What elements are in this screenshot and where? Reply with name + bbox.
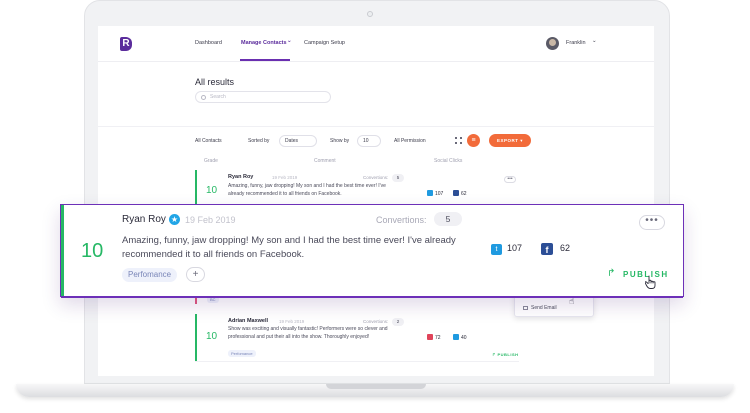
- row-grade: 10: [206, 331, 218, 342]
- row-date: 19 Feb 2019: [272, 175, 298, 180]
- youtube-icon: [427, 334, 433, 340]
- active-tab-indicator: [240, 59, 290, 61]
- show-by-select[interactable]: 10: [357, 135, 381, 147]
- card-more-button[interactable]: •••: [639, 215, 665, 230]
- share-icon: [453, 334, 459, 340]
- search-placeholder: Search: [210, 94, 226, 100]
- row-name[interactable]: Adrian Maxwell: [228, 318, 268, 324]
- table-row[interactable]: 10 Ryan Roy 19 Feb 2019 Convertions: 5 A…: [195, 170, 519, 208]
- sorted-by-label: Sorted by: [248, 138, 270, 144]
- section-divider: [98, 126, 654, 127]
- card-conversions-value: 5: [434, 212, 462, 226]
- export-label: EXPORT: [496, 138, 519, 143]
- mail-icon: [523, 306, 528, 310]
- laptop-notch: [326, 384, 426, 389]
- row-stat-b: 40: [453, 334, 467, 341]
- row-publish-button[interactable]: ↱ PUBLISH: [492, 352, 519, 357]
- search-input[interactable]: Search: [195, 91, 331, 103]
- table-row[interactable]: 10 Adrian Maxwell 19 Feb 2019 Convertion…: [195, 314, 519, 362]
- grade-bar: [195, 170, 197, 207]
- row-stat-a-value: 72: [435, 335, 441, 341]
- row-facebook-stat: 62: [453, 190, 467, 197]
- card-date: 19 Feb 2019: [185, 215, 236, 225]
- nav-dashboard[interactable]: Dashboard: [195, 40, 222, 46]
- sorted-by-select[interactable]: Dates: [279, 135, 317, 147]
- row-facebook-value: 62: [461, 191, 467, 197]
- show-by-label: Show by: [330, 138, 350, 144]
- search-icon: [201, 95, 206, 100]
- nav-campaign-setup[interactable]: Campaign Setup: [304, 40, 345, 46]
- row-comment: Show was exciting and visually fantastic…: [228, 326, 388, 340]
- grade-bar: [61, 205, 64, 296]
- hand-cursor-icon: [645, 275, 656, 289]
- twitter-icon: t: [491, 244, 502, 255]
- share-arrow-icon[interactable]: ↱: [607, 268, 615, 279]
- card-bottom-accent: [61, 296, 683, 298]
- row-grade: 10: [206, 185, 218, 196]
- card-twitter-value: 107: [507, 243, 523, 253]
- page-title: All results: [195, 77, 235, 87]
- sorted-by-value: Dates: [285, 138, 299, 144]
- row-twitter-stat: 107: [427, 190, 443, 197]
- row-date: 19 Feb 2019: [279, 319, 305, 324]
- card-conversions-label: Convertions:: [376, 215, 427, 225]
- row-conversions-value: 5: [392, 174, 404, 182]
- card-tag[interactable]: Perfomance: [122, 268, 178, 282]
- show-by-value: 10: [363, 138, 369, 144]
- stage: R Dashboard Manage Contacts ⌄ Campaign S…: [0, 0, 750, 413]
- row-publish-label: PUBLISH: [497, 352, 519, 357]
- twitter-icon: [427, 190, 433, 196]
- list-view-icon[interactable]: ≡: [467, 134, 480, 147]
- row-comment: Amazing, funny, jaw dropping! My son and…: [228, 183, 386, 197]
- user-chevron-icon[interactable]: ⌄: [592, 38, 597, 44]
- row-conversions-label: Convertions:: [363, 175, 389, 180]
- column-grade: Grade: [204, 158, 218, 164]
- column-comment: Comment: [314, 158, 336, 164]
- row-twitter-value: 107: [435, 191, 444, 197]
- grid-view-icon[interactable]: [455, 137, 462, 144]
- avatar[interactable]: [546, 37, 559, 50]
- card-comment: Amazing, funny, jaw dropping! My son and…: [122, 235, 456, 260]
- row-more-button[interactable]: •••: [504, 176, 516, 183]
- row-tag[interactable]: Perfomance: [228, 350, 256, 357]
- row-stat-b-value: 40: [461, 335, 467, 341]
- facebook-icon: f: [541, 243, 553, 255]
- filter-all-contacts[interactable]: All Contacts: [195, 136, 222, 147]
- app-screen: R Dashboard Manage Contacts ⌄ Campaign S…: [98, 26, 654, 376]
- add-tag-button[interactable]: +: [186, 267, 205, 282]
- user-name[interactable]: Franklin: [566, 40, 586, 46]
- column-social-clicks: Social Clicks: [434, 158, 463, 164]
- row-conversions-value: 2: [392, 318, 404, 326]
- card-name[interactable]: Ryan Roy: [122, 214, 166, 225]
- row-stat-a: 72: [427, 334, 441, 341]
- laptop-camera: [367, 11, 373, 17]
- card-facebook-value: 62: [560, 243, 571, 253]
- top-nav: R Dashboard Manage Contacts ⌄ Campaign S…: [98, 26, 654, 62]
- row-name[interactable]: Ryan Roy: [228, 174, 253, 180]
- facebook-icon: [453, 190, 459, 196]
- grade-bar: [195, 314, 197, 361]
- export-button[interactable]: EXPORT ▾: [489, 134, 531, 147]
- verified-star-icon: ★: [169, 214, 180, 225]
- chevron-down-icon: ⌄: [287, 38, 292, 44]
- highlighted-review-card[interactable]: 10 Ryan Roy ★ 19 Feb 2019 Convertions: 5…: [60, 204, 684, 298]
- row-conversions-label: Convertions:: [363, 319, 389, 324]
- send-email-item[interactable]: Send Email: [531, 305, 557, 311]
- card-grade: 10: [81, 240, 104, 262]
- nav-manage-contacts[interactable]: Manage Contacts: [241, 40, 287, 46]
- filter-permission[interactable]: All Permission: [394, 136, 426, 147]
- logo-icon[interactable]: R: [120, 37, 132, 51]
